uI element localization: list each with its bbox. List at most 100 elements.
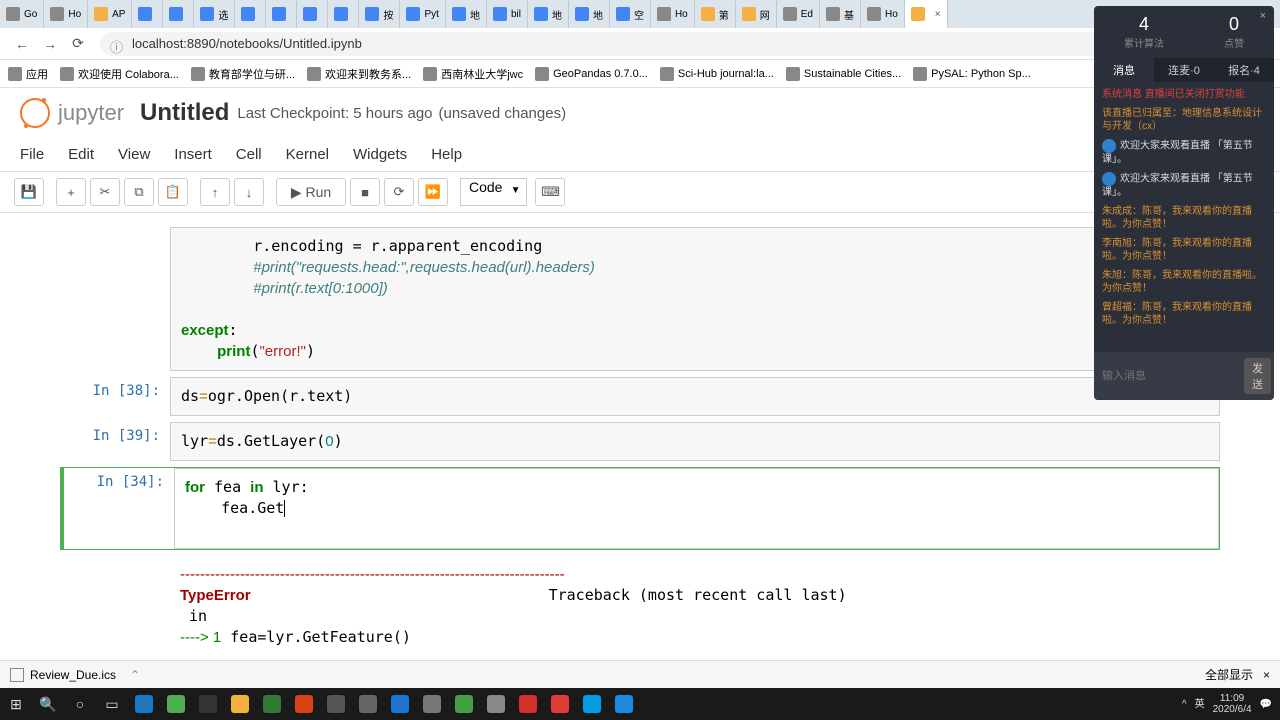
restart-button[interactable]: ⟳: [384, 178, 414, 206]
taskbar-app[interactable]: [192, 688, 224, 720]
bookmark-item[interactable]: 应用: [8, 66, 48, 82]
run-button[interactable]: ▶ Run: [276, 178, 346, 206]
menu-view[interactable]: View: [118, 146, 150, 163]
browser-tab[interactable]: [163, 0, 194, 28]
live-panel[interactable]: × 4累计算法 0点赞 消息连麦·0报名·4 系统消息 直播间已关闭打赏功能该直…: [1094, 6, 1274, 400]
browser-tab[interactable]: Ho: [651, 0, 695, 28]
browser-tab[interactable]: Go: [0, 0, 44, 28]
browser-tab[interactable]: AP: [88, 0, 132, 28]
browser-tab[interactable]: [235, 0, 266, 28]
download-item[interactable]: Review_Due.ics ⌃: [10, 668, 140, 682]
panel-tab[interactable]: 连麦·0: [1154, 58, 1214, 82]
taskbar-app[interactable]: [448, 688, 480, 720]
browser-tab[interactable]: [297, 0, 328, 28]
save-button[interactable]: 💾: [14, 178, 44, 206]
bookmark-item[interactable]: 欢迎来到教务系...: [307, 66, 411, 82]
browser-tab[interactable]: Ho: [861, 0, 905, 28]
ime-indicator[interactable]: 英: [1195, 699, 1205, 710]
search-button[interactable]: 🔍: [32, 688, 64, 720]
taskbar-app[interactable]: [384, 688, 416, 720]
browser-tab[interactable]: [328, 0, 359, 28]
show-all-downloads[interactable]: 全部显示: [1205, 666, 1253, 683]
cut-cell-button[interactable]: ✂: [90, 178, 120, 206]
cell-code[interactable]: ds=ogr.Open(r.text): [170, 377, 1220, 416]
code-cell-38[interactable]: In [38]: ds=ogr.Open(r.text): [60, 377, 1220, 416]
taskbar-app[interactable]: [608, 688, 640, 720]
taskbar-app[interactable]: [160, 688, 192, 720]
bookmark-item[interactable]: Sci-Hub journal:la...: [660, 67, 774, 81]
bookmark-item[interactable]: PySAL: Python Sp...: [913, 67, 1031, 81]
browser-tab[interactable]: 地: [528, 0, 569, 28]
move-down-button[interactable]: ↓: [234, 178, 264, 206]
notifications-icon[interactable]: 💬: [1260, 699, 1272, 710]
browser-tab[interactable]: 选: [194, 0, 235, 28]
menu-edit[interactable]: Edit: [68, 146, 94, 163]
taskbar-app[interactable]: [224, 688, 256, 720]
move-up-button[interactable]: ↑: [200, 178, 230, 206]
menu-kernel[interactable]: Kernel: [286, 146, 329, 163]
browser-tab[interactable]: 空: [610, 0, 651, 28]
menu-widgets[interactable]: Widgets: [353, 146, 407, 163]
bookmark-item[interactable]: 西南林业大学jwc: [423, 66, 523, 82]
taskbar-app[interactable]: [288, 688, 320, 720]
taskbar-app[interactable]: [512, 688, 544, 720]
copy-cell-button[interactable]: ⧉: [124, 178, 154, 206]
taskbar-app[interactable]: [480, 688, 512, 720]
cell-code[interactable]: for fea in lyr: fea.Get​: [174, 468, 1219, 549]
browser-tab[interactable]: 按: [359, 0, 400, 28]
bookmark-item[interactable]: Sustainable Cities...: [786, 67, 901, 81]
taskview-icon[interactable]: ▭: [96, 688, 128, 720]
taskbar-app[interactable]: [256, 688, 288, 720]
paste-cell-button[interactable]: 📋: [158, 178, 188, 206]
browser-tab[interactable]: [266, 0, 297, 28]
url-input[interactable]: ⓘ localhost:8890/notebooks/Untitled.ipyn…: [100, 32, 1208, 56]
chevron-up-icon[interactable]: ⌃: [130, 668, 140, 682]
browser-tab[interactable]: Ed: [777, 0, 820, 28]
menu-insert[interactable]: Insert: [174, 146, 212, 163]
forward-button[interactable]: →: [40, 34, 60, 54]
menu-file[interactable]: File: [20, 146, 44, 163]
celltype-select[interactable]: Code: [460, 178, 527, 206]
bookmark-item[interactable]: GeoPandas 0.7.0...: [535, 67, 648, 81]
start-button[interactable]: ⊞: [0, 688, 32, 720]
browser-tab[interactable]: bil: [487, 0, 528, 28]
panel-send-button[interactable]: 发送: [1244, 358, 1271, 394]
taskbar-app[interactable]: [128, 688, 160, 720]
menu-cell[interactable]: Cell: [236, 146, 262, 163]
jupyter-logo[interactable]: jupyter: [20, 98, 124, 128]
browser-tab[interactable]: Pyt: [400, 0, 445, 28]
browser-tab[interactable]: 第: [695, 0, 736, 28]
stop-button[interactable]: ■: [350, 178, 380, 206]
command-palette-button[interactable]: ⌨: [535, 178, 565, 206]
taskbar-app[interactable]: [576, 688, 608, 720]
browser-tab[interactable]: Ho: [44, 0, 88, 28]
browser-tab[interactable]: 地: [569, 0, 610, 28]
taskbar-app[interactable]: [544, 688, 576, 720]
browser-tab[interactable]: [132, 0, 163, 28]
taskbar-app[interactable]: [320, 688, 352, 720]
restart-run-button[interactable]: ⏩: [418, 178, 448, 206]
bookmark-item[interactable]: 教育部学位与研...: [191, 66, 295, 82]
panel-close-button[interactable]: ×: [1260, 10, 1266, 22]
browser-tab[interactable]: 网: [736, 0, 777, 28]
bookmark-item[interactable]: 欢迎使用 Colabora...: [60, 66, 179, 82]
cortana-icon[interactable]: ○: [64, 688, 96, 720]
panel-message-input[interactable]: [1102, 370, 1244, 382]
clock[interactable]: 11:09 2020/6/4: [1213, 693, 1252, 715]
close-downloads-button[interactable]: ×: [1263, 668, 1270, 682]
code-cell-partial[interactable]: r.encoding = r.apparent_encoding #print(…: [60, 227, 1220, 371]
taskbar-app[interactable]: [352, 688, 384, 720]
browser-tab[interactable]: 基: [820, 0, 861, 28]
browser-tab[interactable]: 地: [446, 0, 487, 28]
notebook-title[interactable]: Untitled: [140, 99, 229, 127]
back-button[interactable]: ←: [12, 34, 32, 54]
cell-code[interactable]: r.encoding = r.apparent_encoding #print(…: [170, 227, 1220, 371]
code-cell-39[interactable]: In [39]: lyr=ds.GetLayer(0): [60, 422, 1220, 461]
code-cell-34[interactable]: In [34]: for fea in lyr: fea.Get​: [60, 467, 1220, 550]
tray-icon[interactable]: ^: [1182, 699, 1187, 710]
browser-tab[interactable]: ×: [905, 0, 948, 28]
panel-tab[interactable]: 报名·4: [1214, 58, 1274, 82]
add-cell-button[interactable]: +: [56, 178, 86, 206]
taskbar-app[interactable]: [416, 688, 448, 720]
menu-help[interactable]: Help: [431, 146, 462, 163]
